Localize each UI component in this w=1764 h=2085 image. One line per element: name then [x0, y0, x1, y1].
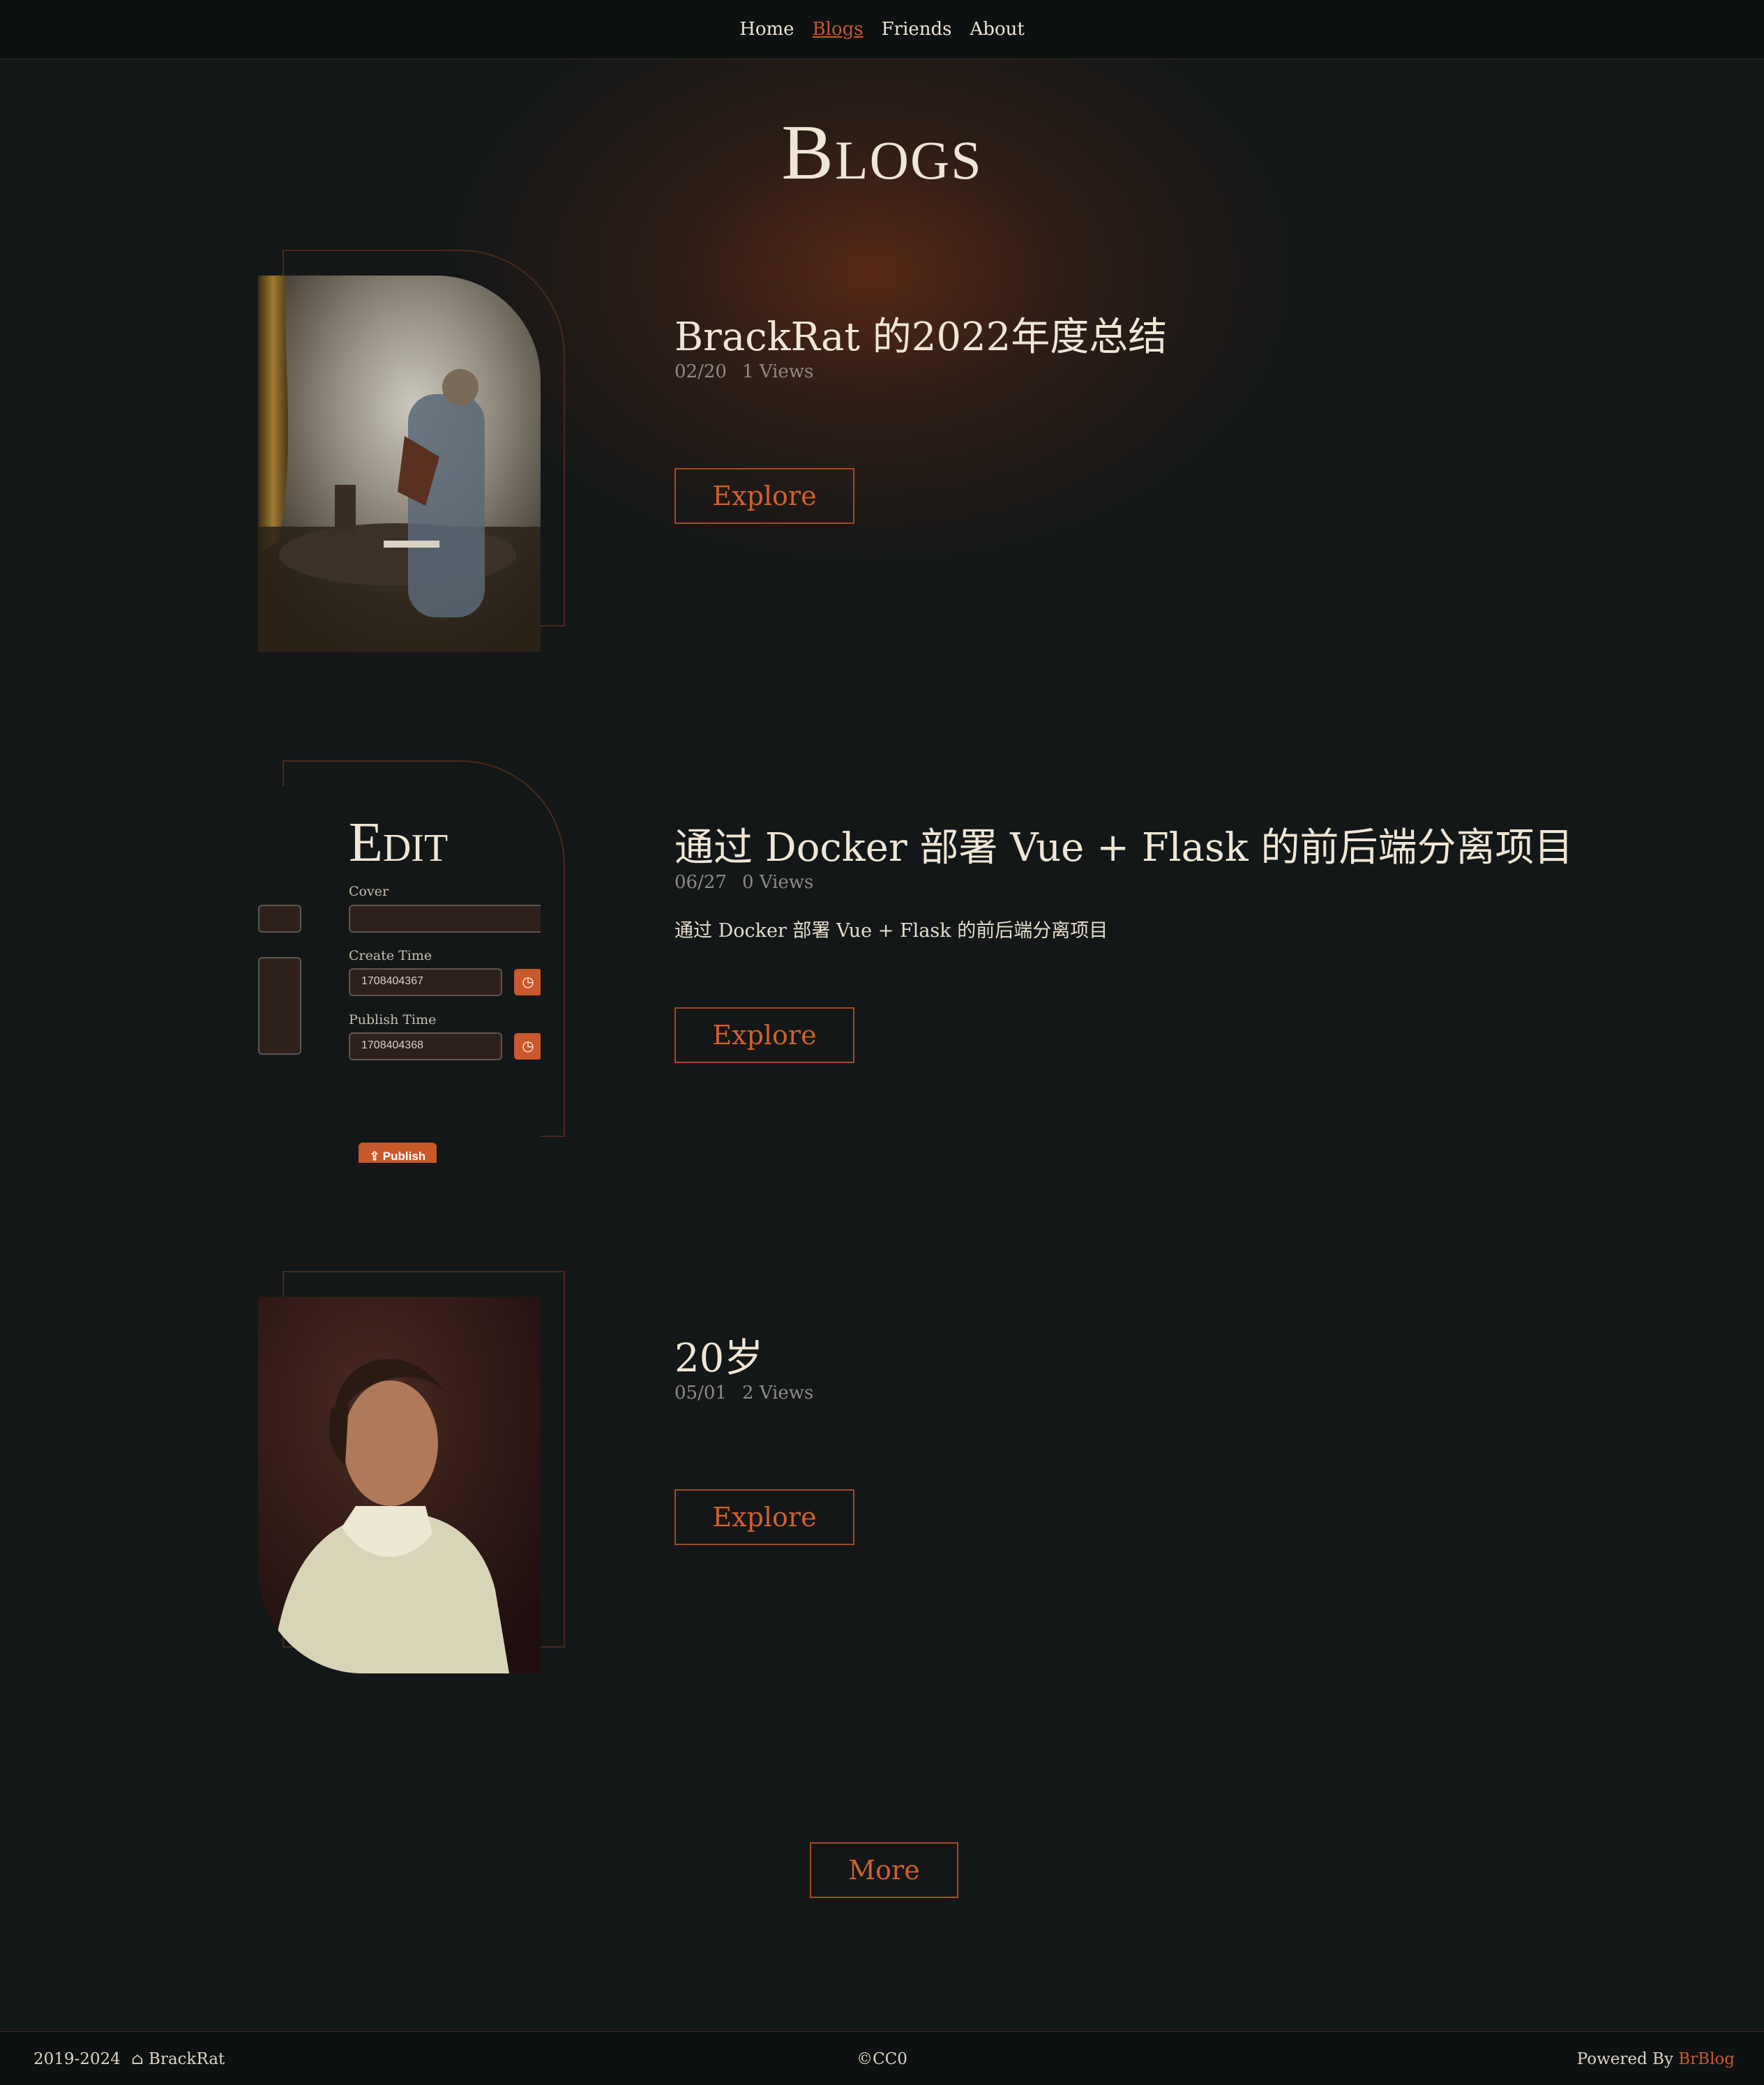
- post-title[interactable]: 通过 Docker 部署 Vue + Flask 的前后端分离项目: [674, 816, 1573, 873]
- post-views: 2 Views: [741, 1383, 814, 1403]
- post-title[interactable]: 20岁: [674, 1327, 763, 1383]
- cover-field: [349, 905, 541, 933]
- explore-button[interactable]: Explore: [674, 468, 854, 524]
- publish-label: Publish: [382, 1150, 426, 1163]
- top-nav: Home Blogs Friends About: [0, 0, 1764, 59]
- clock-icon: ◷: [514, 1033, 541, 1060]
- post-meta: 05/01 2 Views: [674, 1383, 813, 1403]
- post-description: 通过 Docker 部署 Vue + Flask 的前后端分离项目: [674, 920, 1108, 942]
- post-title[interactable]: BrackRat 的2022年度总结: [674, 306, 1167, 362]
- footer-license: ©CC0: [857, 2050, 907, 2068]
- powered-prefix: Powered By: [1576, 2050, 1673, 2068]
- edit-title: Edit: [349, 812, 448, 873]
- publish-button: ⇪ Publish: [359, 1143, 437, 1163]
- cover-image[interactable]: [258, 276, 541, 652]
- clock-icon: ◷: [514, 969, 541, 995]
- create-time-label: Create Time: [349, 948, 432, 963]
- footer-powered: Powered By BrBlog: [1577, 2050, 1735, 2068]
- explore-button[interactable]: Explore: [674, 1489, 854, 1545]
- editor-screenshot: Edit Cover Create Time 1708404367 ◷ Publ…: [258, 786, 541, 1163]
- cover-image[interactable]: [258, 1297, 541, 1673]
- left-input: [258, 905, 301, 933]
- post-meta: 06/27 0 Views: [674, 872, 813, 893]
- cover-image[interactable]: Edit Cover Create Time 1708404367 ◷ Publ…: [258, 786, 541, 1163]
- nav-friends[interactable]: Friends: [882, 19, 952, 40]
- left-textarea: [258, 957, 301, 1055]
- publish-time-label: Publish Time: [349, 1012, 437, 1028]
- post-date: 05/01: [674, 1383, 727, 1403]
- more-button[interactable]: More: [810, 1842, 958, 1898]
- painting-woman-with-violin-icon: [258, 276, 541, 652]
- nav-about[interactable]: About: [970, 19, 1025, 40]
- post-date: 06/27: [674, 872, 727, 893]
- publish-time-field: 1708404368: [349, 1032, 502, 1060]
- footer: 2019-2024 ⌂ BrackRat ©CC0 Powered By BrB…: [0, 2031, 1764, 2085]
- portrait-boy-in-white-icon: [258, 1297, 541, 1673]
- explore-button[interactable]: Explore: [674, 1007, 854, 1063]
- nav-blogs[interactable]: Blogs: [813, 19, 864, 40]
- post-meta: 02/20 1 Views: [674, 361, 813, 382]
- post-date: 02/20: [674, 361, 727, 382]
- powered-brand-link[interactable]: BrBlog: [1678, 2050, 1735, 2068]
- cover-label: Cover: [349, 884, 389, 899]
- upload-icon: ⇪: [369, 1150, 383, 1163]
- nav-home[interactable]: Home: [739, 19, 794, 40]
- post-views: 1 Views: [741, 361, 814, 382]
- create-time-field: 1708404367: [349, 968, 502, 996]
- page-title: Blogs: [781, 110, 983, 196]
- post-views: 0 Views: [741, 872, 814, 893]
